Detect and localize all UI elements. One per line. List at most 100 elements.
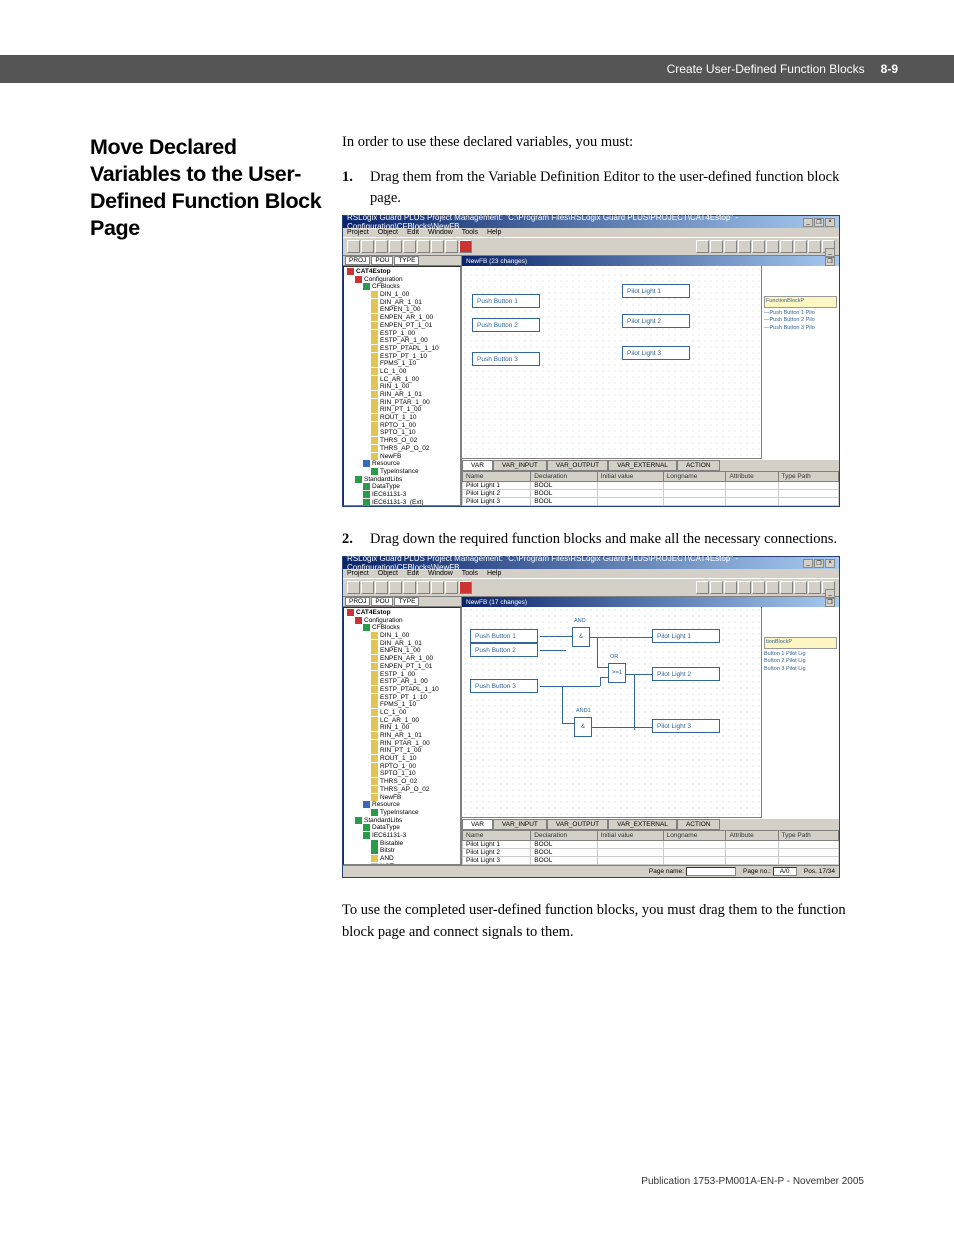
menu-tools[interactable]: Tools	[462, 570, 478, 577]
tree-item[interactable]: IEC61131-3	[345, 832, 459, 840]
tree-tab-type[interactable]: TYPE	[394, 597, 419, 606]
var-tab-output[interactable]: VAR_OUTPUT	[547, 460, 608, 471]
toolbar-button[interactable]	[375, 581, 388, 594]
tree-item[interactable]: ESTP_1_00	[345, 330, 459, 338]
tree-item[interactable]: AND	[345, 855, 459, 863]
tree-item[interactable]: ENPEN_PT_1_01	[345, 663, 459, 671]
tree-item[interactable]: DIN_1_00	[345, 632, 459, 640]
tree-item[interactable]: CAT4Estop	[345, 609, 459, 617]
table-row[interactable]: Pilot Light 2BOOL	[463, 849, 839, 857]
tree-tabs[interactable]: PROJPOUTYPE	[343, 256, 461, 266]
tree-item[interactable]: LC_AR_1_00	[345, 717, 459, 725]
toolbar-button[interactable]	[389, 581, 402, 594]
toolbar-button[interactable]	[738, 240, 751, 253]
var-tab-action[interactable]: ACTION	[677, 460, 720, 471]
tree-item[interactable]: FPMS_1_10	[345, 701, 459, 709]
fb-canvas[interactable]: Push Button 1 Push Button 2 Push Button …	[462, 266, 761, 459]
fb-pilot-light-2[interactable]: Pilot Light 2	[622, 314, 690, 328]
window-titlebar[interactable]: RSLogix Guard PLUS Project Management: "…	[343, 216, 839, 228]
var-tab-var[interactable]: VAR	[462, 819, 493, 830]
col-attribute[interactable]: Attribute	[726, 831, 778, 841]
col-typepath[interactable]: Type Path	[778, 831, 839, 841]
toolbar-button[interactable]	[794, 581, 807, 594]
close-button[interactable]: ×	[825, 218, 835, 227]
tree-item[interactable]: RIN_1_00	[345, 383, 459, 391]
tree-tab-pou[interactable]: POU	[371, 597, 393, 606]
tree-item[interactable]: Bitstr	[345, 847, 459, 855]
toolbar-button[interactable]	[696, 240, 709, 253]
menu-help[interactable]: Help	[487, 570, 501, 577]
var-tab-action[interactable]: ACTION	[677, 819, 720, 830]
var-tab-external[interactable]: VAR_EXTERNAL	[608, 460, 677, 471]
tree-item[interactable]: ENPEN_PT_1_01	[345, 322, 459, 330]
tree-item[interactable]: Resource	[345, 460, 459, 468]
fb-push-button-1[interactable]: Push Button 1	[472, 294, 540, 308]
menu-object[interactable]: Object	[378, 570, 398, 577]
tree-item[interactable]: LC_1_00	[345, 368, 459, 376]
variable-tabs[interactable]: VAR VAR_INPUT VAR_OUTPUT VAR_EXTERNAL AC…	[462, 459, 839, 471]
fb-push-button-3[interactable]: Push Button 3	[470, 679, 538, 693]
tree-item[interactable]: ENPEN_AR_1_00	[345, 314, 459, 322]
tree-item[interactable]: ESTP_AR_1_00	[345, 337, 459, 345]
gate-or[interactable]: >=1	[608, 663, 626, 683]
var-tab-var[interactable]: VAR	[462, 460, 493, 471]
toolbar-button[interactable]	[752, 581, 765, 594]
fb-pilot-light-1[interactable]: Pilot Light 1	[622, 284, 690, 298]
var-tab-input[interactable]: VAR_INPUT	[493, 819, 547, 830]
toolbar-button[interactable]	[808, 240, 821, 253]
toolbar-button[interactable]	[403, 581, 416, 594]
toolbar-button[interactable]	[724, 240, 737, 253]
tree-item[interactable]: LC_AR_1_00	[345, 376, 459, 384]
tree-item[interactable]: CAT4Estop	[345, 268, 459, 276]
toolbar-button[interactable]	[459, 240, 472, 253]
variable-table[interactable]: Name Declaration Initial value Longname …	[462, 830, 839, 865]
menu-window[interactable]: Window	[428, 229, 453, 236]
menu-project[interactable]: Project	[347, 229, 369, 236]
fb-pilot-light-2[interactable]: Pilot Light 2	[652, 667, 720, 681]
toolbar-button[interactable]	[347, 581, 360, 594]
toolbar-button[interactable]	[459, 581, 472, 594]
tree-item[interactable]: DataType	[345, 483, 459, 491]
tree-item[interactable]: THRS_O_02	[345, 778, 459, 786]
tree-item[interactable]: Bistable	[345, 840, 459, 848]
table-row[interactable]: Pilot Light 3BOOL	[463, 857, 839, 865]
col-initial[interactable]: Initial value	[597, 472, 663, 482]
toolbar-button[interactable]	[431, 581, 444, 594]
toolbar-button[interactable]	[431, 240, 444, 253]
fb-push-button-1[interactable]: Push Button 1	[470, 629, 538, 643]
tree-item[interactable]: TypeInstance	[345, 468, 459, 476]
tree-item[interactable]: ENPEN_AR_1_00	[345, 655, 459, 663]
canvas-titlebar[interactable]: NewFB (17 changes) _ ❐ ×	[462, 597, 839, 607]
menu-help[interactable]: Help	[487, 229, 501, 236]
tree-item[interactable]: StandardLibs	[345, 476, 459, 484]
fb-pilot-light-3[interactable]: Pilot Light 3	[652, 719, 720, 733]
tree-tabs[interactable]: PROJPOUTYPE	[343, 597, 461, 607]
menu-window[interactable]: Window	[428, 570, 453, 577]
tree-item[interactable]: DIN_AR_1_01	[345, 640, 459, 648]
canvas-side-panel[interactable]: FunctionBlockP —Push Button 1 Pilo —Push…	[761, 266, 839, 459]
tree-item[interactable]: CFBlocks	[345, 283, 459, 291]
variable-tabs[interactable]: VAR VAR_INPUT VAR_OUTPUT VAR_EXTERNAL AC…	[462, 818, 839, 830]
tree-item[interactable]: ESTP_PTAPL_1_10	[345, 345, 459, 353]
tree-item[interactable]: RIN_AR_1_01	[345, 732, 459, 740]
toolbar-button[interactable]	[766, 581, 779, 594]
menu-tools[interactable]: Tools	[462, 229, 478, 236]
tree-tab-pou[interactable]: POU	[371, 256, 393, 265]
tree-item[interactable]: RIN_PTAR_1_00	[345, 399, 459, 407]
tree-tab-type[interactable]: TYPE	[394, 256, 419, 265]
toolbar-button[interactable]	[780, 581, 793, 594]
fb-pilot-light-1[interactable]: Pilot Light 1	[652, 629, 720, 643]
toolbar-button[interactable]	[752, 240, 765, 253]
tree-item[interactable]: SPTO_1_10	[345, 429, 459, 437]
tree-tab-proj[interactable]: PROJ	[345, 256, 370, 265]
tree-item[interactable]: Configuration	[345, 276, 459, 284]
menu-project[interactable]: Project	[347, 570, 369, 577]
tree-item[interactable]: DataType	[345, 824, 459, 832]
tree-item[interactable]: RIN_PT_1_00	[345, 406, 459, 414]
toolbar-button[interactable]	[710, 581, 723, 594]
tree-item[interactable]: NewFB	[345, 453, 459, 461]
tree-item[interactable]: NOT	[345, 863, 459, 865]
var-tab-output[interactable]: VAR_OUTPUT	[547, 819, 608, 830]
col-typepath[interactable]: Type Path	[778, 472, 839, 482]
tree-item[interactable]: Resource	[345, 801, 459, 809]
